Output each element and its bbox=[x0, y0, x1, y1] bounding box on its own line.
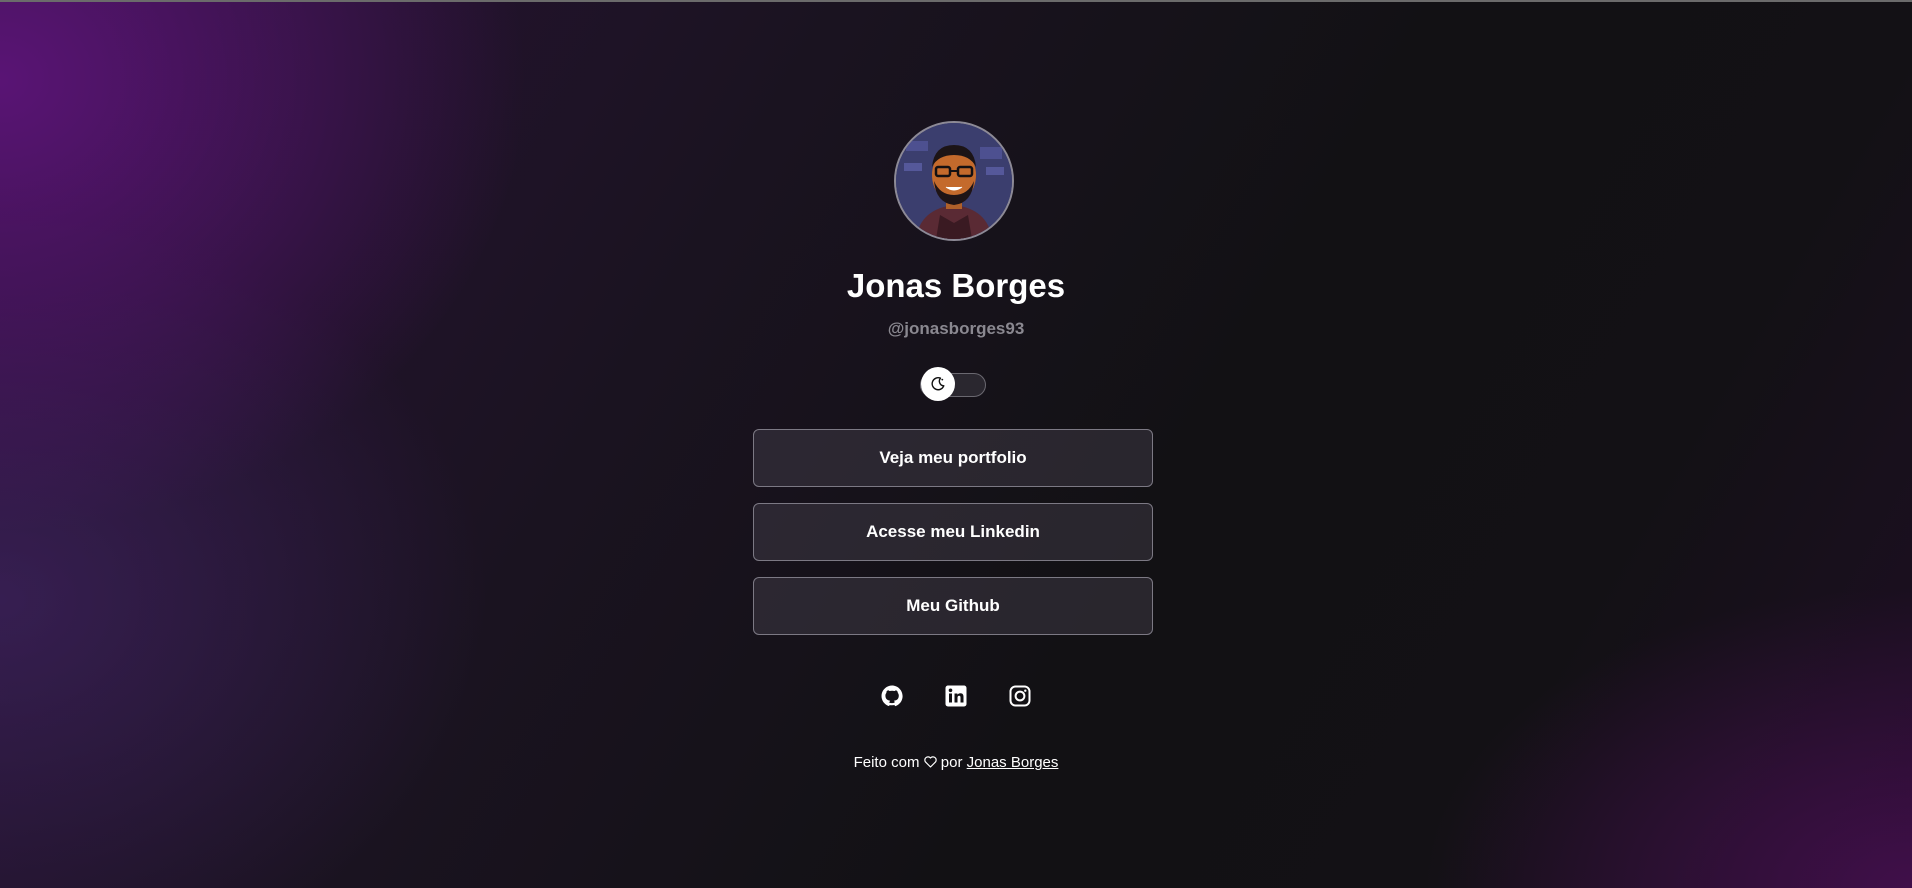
linkedin-icon bbox=[945, 685, 967, 707]
github-icon bbox=[881, 685, 903, 707]
profile-name: Jonas Borges bbox=[846, 267, 1066, 304]
github-button[interactable]: Meu Github bbox=[753, 577, 1153, 635]
linkedin-link[interactable] bbox=[940, 681, 972, 711]
github-link[interactable] bbox=[876, 681, 908, 711]
instagram-icon bbox=[1009, 685, 1031, 707]
portfolio-button[interactable]: Veja meu portfolio bbox=[753, 429, 1153, 487]
footer-middle: por bbox=[940, 754, 963, 771]
theme-toggle[interactable] bbox=[920, 367, 986, 401]
profile-handle: @jonasborges93 bbox=[887, 319, 1025, 338]
toggle-knob[interactable] bbox=[921, 367, 955, 401]
instagram-link[interactable] bbox=[1004, 681, 1036, 711]
social-links bbox=[876, 681, 1036, 711]
avatar-photo bbox=[896, 123, 1012, 239]
avatar bbox=[894, 121, 1014, 241]
link-list: Veja meu portfolio Acesse meu Linkedin M… bbox=[753, 429, 1153, 651]
linkedin-button[interactable]: Acesse meu Linkedin bbox=[753, 503, 1153, 561]
footer: Feito com por Jonas Borges bbox=[756, 754, 1156, 771]
footer-prefix: Feito com bbox=[853, 754, 920, 771]
author-link[interactable]: Jonas Borges bbox=[967, 754, 1059, 771]
moon-icon bbox=[931, 377, 945, 391]
heart-icon bbox=[923, 756, 937, 768]
top-border bbox=[0, 0, 1912, 2]
